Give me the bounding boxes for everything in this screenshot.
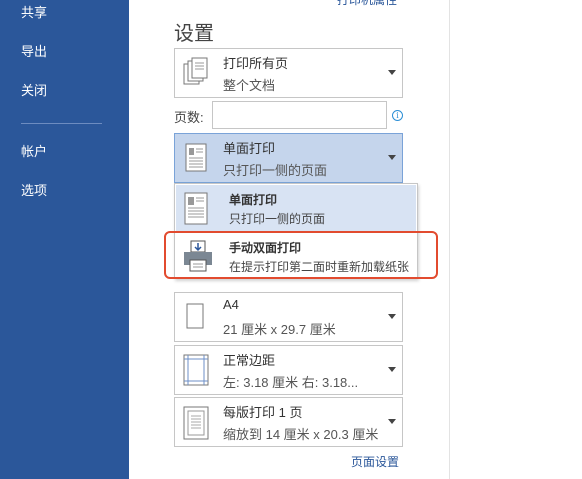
nav-item-export[interactable]: 导出 [0, 33, 129, 71]
chevron-down-icon [388, 419, 396, 424]
nav-item-options[interactable]: 选项 [0, 172, 129, 210]
paper-size-title: A4 [223, 297, 239, 312]
print-sides-dropdown[interactable]: 单面打印 只打印一侧的页面 [174, 133, 403, 183]
pages-input[interactable] [212, 101, 387, 129]
margins-dropdown[interactable]: 正常边距 左: 3.18 厘米 右: 3.18... [174, 345, 403, 395]
menu-item-single-sided[interactable]: 单面打印 只打印一侧的页面 [176, 185, 416, 232]
pages-label: 页数: [174, 110, 204, 125]
chevron-down-icon [388, 155, 396, 160]
margins-subtitle: 左: 3.18 厘米 右: 3.18... [223, 375, 359, 390]
pages-per-sheet-subtitle: 缩放到 14 厘米 x 20.3 厘米 [223, 427, 379, 442]
nav-item-close[interactable]: 关闭 [0, 72, 129, 110]
pages-per-sheet-title: 每版打印 1 页 [223, 405, 303, 420]
annotation-highlight-box [164, 231, 438, 279]
single-page-icon [183, 142, 209, 179]
chevron-down-icon [388, 314, 396, 319]
nav-item-account[interactable]: 帐户 [0, 133, 129, 171]
paper-size-dropdown[interactable]: A4 21 厘米 x 29.7 厘米 [174, 292, 403, 342]
print-sides-title: 单面打印 [223, 141, 276, 156]
print-range-subtitle: 整个文档 [223, 78, 276, 93]
print-range-title: 打印所有页 [223, 56, 289, 71]
nav-item-share[interactable]: 共享 [0, 0, 129, 32]
portrait-page-icon [183, 301, 209, 338]
pages-per-sheet-dropdown[interactable]: 每版打印 1 页 缩放到 14 厘米 x 20.3 厘米 [174, 397, 403, 447]
settings-title: 设置 [174, 23, 214, 45]
print-range-dropdown[interactable]: 打印所有页 整个文档 [174, 48, 403, 98]
chevron-down-icon [388, 367, 396, 372]
margins-icon [183, 354, 209, 391]
page-setup-link[interactable]: 页面设置 [351, 453, 399, 470]
printer-properties-link[interactable]: 打印机属性 [337, 0, 397, 8]
single-page-icon [182, 191, 212, 232]
margins-title: 正常边距 [223, 353, 276, 368]
menu-item-title: 单面打印 [229, 193, 278, 207]
paper-size-subtitle: 21 厘米 x 29.7 厘米 [223, 322, 336, 337]
pages-stack-icon [183, 57, 209, 92]
nav-divider [21, 123, 102, 124]
preview-divider [449, 0, 450, 479]
chevron-down-icon [388, 70, 396, 75]
backstage-nav: 共享 导出 关闭 帐户 选项 [0, 0, 129, 479]
print-sides-subtitle: 只打印一侧的页面 [223, 163, 328, 178]
page-scale-icon [183, 406, 209, 445]
menu-item-subtitle: 只打印一侧的页面 [229, 212, 326, 226]
info-icon[interactable]: i [392, 110, 403, 121]
